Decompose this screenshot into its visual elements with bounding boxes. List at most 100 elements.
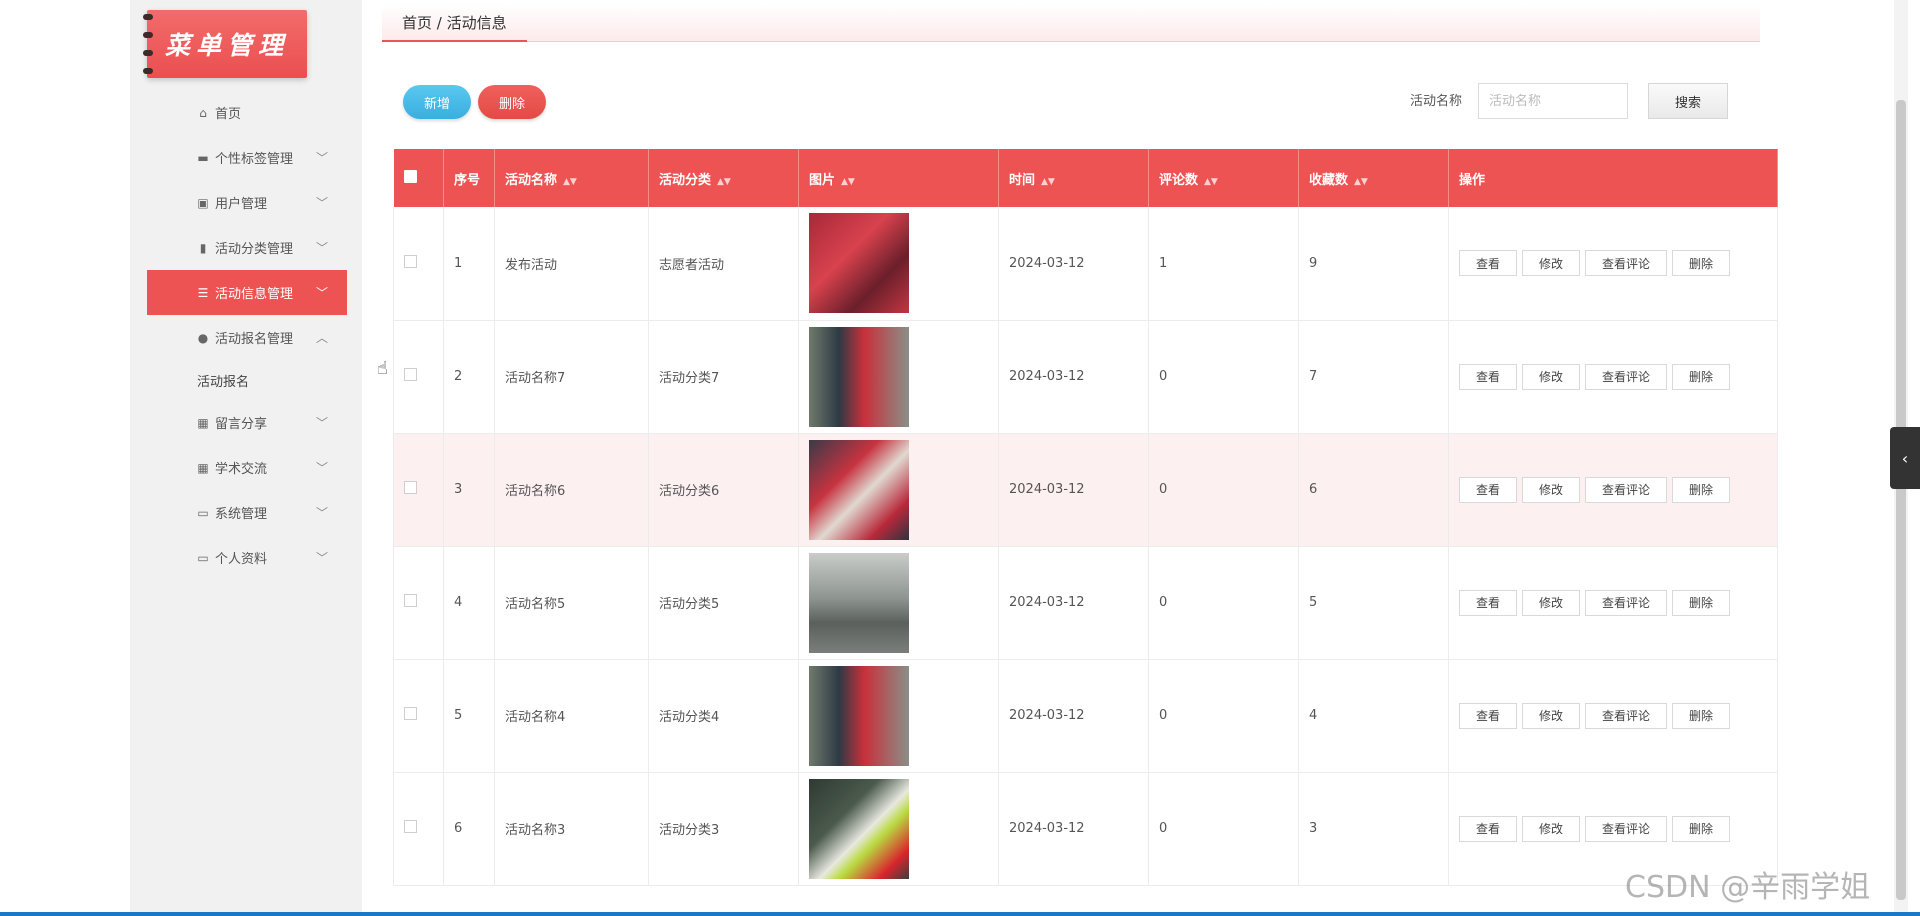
view-comments-button[interactable]: 查看评论 xyxy=(1585,589,1667,616)
column-header[interactable]: 收藏数 ▲▼ xyxy=(1298,149,1449,207)
logo: 菜单管理 xyxy=(143,10,307,78)
sidebar-item-home[interactable]: ⌂ 首页 xyxy=(147,90,347,135)
sidebar-item-label: 活动报名管理 xyxy=(215,332,294,347)
view-button[interactable]: 查看 xyxy=(1459,250,1517,277)
view-comments-button[interactable]: 查看评论 xyxy=(1585,815,1667,842)
view-button[interactable]: 查看 xyxy=(1459,363,1517,390)
sidebar-item-user-management[interactable]: ▣ 用户管理 ﹀ xyxy=(147,180,347,225)
breadcrumb[interactable]: 首页 / 活动信息 xyxy=(382,4,527,42)
view-comments-button[interactable]: 查看评论 xyxy=(1585,250,1667,277)
activity-photo xyxy=(809,665,909,766)
edit-button[interactable]: 修改 xyxy=(1522,815,1580,842)
row-checkbox[interactable] xyxy=(404,594,417,607)
add-button[interactable]: 新增 xyxy=(403,85,471,119)
sidebar-item-registration-management[interactable]: ● 活动报名管理 ︿ xyxy=(147,315,347,360)
delete-button[interactable]: 删除 xyxy=(1672,815,1730,842)
sidebar-item-label: 个性标签管理 xyxy=(215,152,294,167)
monitor-icon: ▬ xyxy=(197,150,209,165)
cell-category: 活动分类4 xyxy=(648,659,799,773)
cell-name: 活动名称5 xyxy=(494,546,649,660)
cell-comments: 1 xyxy=(1148,207,1299,321)
cell-category: 活动分类5 xyxy=(648,546,799,660)
watermark: CSDN @辛雨学姐 xyxy=(1625,870,1871,905)
table-header-row: 序号 活动名称 ▲▼ 活动分类 ▲▼ 图片 ▲▼ 时间 ▲▼ 评论数 ▲▼ 收藏数 ▲▼ 操… xyxy=(393,149,1778,207)
batch-delete-button[interactable]: 删除 xyxy=(478,85,546,119)
sort-icon[interactable]: ▲▼ xyxy=(841,177,855,187)
row-actions: 查看 修改 查看评论 删除 xyxy=(1459,702,1777,729)
column-header[interactable]: 图片 ▲▼ xyxy=(798,149,999,207)
column-header[interactable]: 活动分类 ▲▼ xyxy=(648,149,799,207)
row-checkbox[interactable] xyxy=(404,254,417,268)
sort-icon[interactable]: ▲▼ xyxy=(1041,177,1055,187)
sidebar-item-label: 活动分类管理 xyxy=(215,242,294,257)
search-button[interactable]: 搜索 xyxy=(1648,83,1728,119)
cell-date: 2024-03-12 xyxy=(998,207,1149,321)
chevron-up-icon: ︿ xyxy=(315,331,328,345)
row-checkbox[interactable] xyxy=(404,368,417,381)
cell-category: 活动分类7 xyxy=(648,320,799,434)
sort-icon[interactable]: ▲▼ xyxy=(563,177,577,187)
sidebar-item-tag-management[interactable]: ▬ 个性标签管理 ﹀ xyxy=(147,135,347,180)
table-row: 4 活动名称5 活动分类5 2024-03-12 0 5 查看 修改 查看评论 … xyxy=(393,546,1778,660)
column-header[interactable]: 活动名称 ▲▼ xyxy=(494,149,649,207)
sidebar-item-activity-info[interactable]: ☰ 活动信息管理 ﹀ xyxy=(147,270,347,315)
briefcase-icon: ▭ xyxy=(197,505,209,520)
edit-button[interactable]: 修改 xyxy=(1522,250,1580,277)
chevron-left-icon: ‹ xyxy=(1901,448,1909,468)
card-icon: ▭ xyxy=(197,550,209,565)
column-header[interactable]: 评论数 ▲▼ xyxy=(1148,149,1299,207)
table-row: 2 活动名称7 活动分类7 2024-03-12 0 7 查看 修改 查看评论 … xyxy=(393,320,1778,434)
collapse-panel-tab[interactable]: ‹ xyxy=(1890,427,1920,489)
cell-date: 2024-03-12 xyxy=(998,659,1149,773)
delete-button[interactable]: 删除 xyxy=(1672,250,1730,277)
view-comments-button[interactable]: 查看评论 xyxy=(1585,702,1667,729)
sidebar-item-academic-exchange[interactable]: ▦ 学术交流 ﹀ xyxy=(147,445,347,490)
select-all-header[interactable] xyxy=(393,149,444,207)
sort-icon[interactable]: ▲▼ xyxy=(1354,177,1368,187)
delete-button[interactable]: 删除 xyxy=(1672,589,1730,616)
edit-button[interactable]: 修改 xyxy=(1522,476,1580,503)
sidebar-subitem-registration[interactable]: 活动报名 xyxy=(147,360,347,400)
sidebar-item-category-management[interactable]: ▮ 活动分类管理 ﹀ xyxy=(147,225,347,270)
row-checkbox[interactable] xyxy=(404,820,417,833)
sidebar: 菜单管理 ⌂ 首页 ▬ 个性标签管理 ﹀ ▣ 用户管理 ﹀ ▮ 活动分类管理 ﹀… xyxy=(130,0,362,916)
apps-icon: ▦ xyxy=(197,460,209,475)
sort-icon[interactable]: ▲▼ xyxy=(717,177,731,187)
edit-button[interactable]: 修改 xyxy=(1522,363,1580,390)
delete-button[interactable]: 删除 xyxy=(1672,363,1730,390)
chart-icon: ▮ xyxy=(199,240,207,255)
view-button[interactable]: 查看 xyxy=(1459,589,1517,616)
sidebar-item-label: 留言分享 xyxy=(215,417,268,432)
chevron-down-icon: ﹀ xyxy=(315,286,328,300)
delete-button[interactable]: 删除 xyxy=(1672,476,1730,503)
select-all-checkbox[interactable] xyxy=(403,169,417,183)
row-checkbox[interactable] xyxy=(404,707,417,720)
row-actions: 查看 修改 查看评论 删除 xyxy=(1459,815,1777,842)
view-button[interactable]: 查看 xyxy=(1459,702,1517,729)
cell-name: 活动名称6 xyxy=(494,433,649,547)
cell-category: 志愿者活动 xyxy=(648,207,799,321)
edit-button[interactable]: 修改 xyxy=(1522,589,1580,616)
view-comments-button[interactable]: 查看评论 xyxy=(1585,363,1667,390)
column-header: 序号 xyxy=(443,149,495,207)
edit-button[interactable]: 修改 xyxy=(1522,702,1580,729)
chevron-down-icon: ﹀ xyxy=(315,551,328,565)
cell-category: 活动分类6 xyxy=(648,433,799,547)
sidebar-item-profile[interactable]: ▭ 个人资料 ﹀ xyxy=(147,535,347,580)
table-row: 3 活动名称6 活动分类6 2024-03-12 0 6 查看 修改 查看评论 … xyxy=(393,433,1778,547)
view-button[interactable]: 查看 xyxy=(1459,815,1517,842)
search-label: 活动名称 xyxy=(1410,94,1463,109)
row-checkbox[interactable] xyxy=(404,481,417,494)
scrollbar-thumb[interactable] xyxy=(1896,100,1906,900)
sidebar-item-message-share[interactable]: ▦ 留言分享 ﹀ xyxy=(147,400,347,445)
delete-button[interactable]: 删除 xyxy=(1672,702,1730,729)
activity-photo xyxy=(809,326,909,427)
sort-icon[interactable]: ▲▼ xyxy=(1204,177,1218,187)
view-button[interactable]: 查看 xyxy=(1459,476,1517,503)
cell-favorites: 5 xyxy=(1298,546,1449,660)
sidebar-item-system-management[interactable]: ▭ 系统管理 ﹀ xyxy=(147,490,347,535)
view-comments-button[interactable]: 查看评论 xyxy=(1585,476,1667,503)
search-input[interactable] xyxy=(1478,83,1628,119)
column-header[interactable]: 时间 ▲▼ xyxy=(998,149,1149,207)
binder-rings xyxy=(143,14,153,74)
